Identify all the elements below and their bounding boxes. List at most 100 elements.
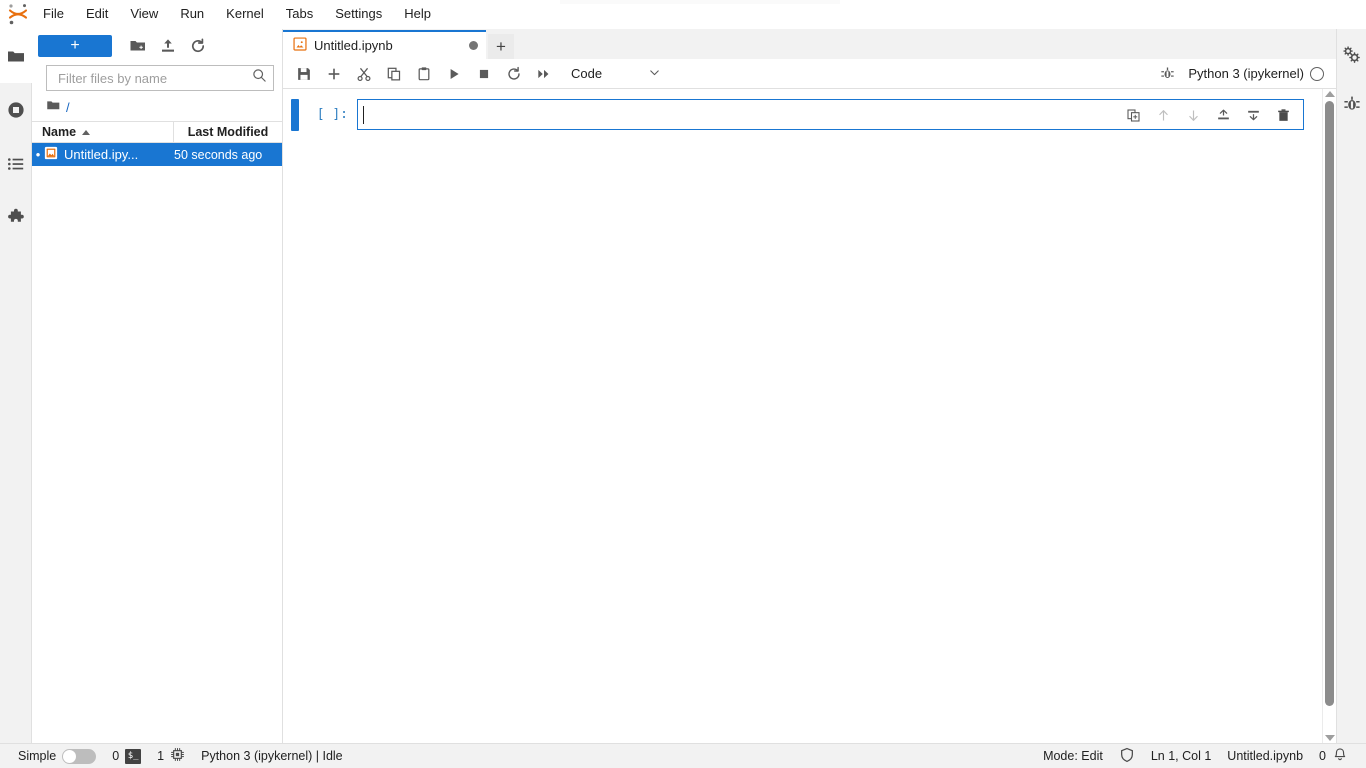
cell-prompt: [ ]: xyxy=(316,107,348,122)
left-activity-bar xyxy=(0,29,32,743)
refresh-file-list-icon[interactable] xyxy=(184,33,212,59)
terminals-status[interactable]: 0 $_ xyxy=(104,744,149,768)
notebook-toolbar: Code Python 3 (ipykernel) xyxy=(283,59,1336,89)
sidebar-item-file-browser[interactable] xyxy=(0,29,32,83)
kernel-name-label[interactable]: Python 3 (ipykernel) xyxy=(1182,66,1310,81)
debugger-toggle-icon[interactable] xyxy=(1152,61,1182,87)
paste-cells-button[interactable] xyxy=(409,61,439,87)
breadcrumb[interactable]: / xyxy=(32,97,282,121)
notebook-mode-status[interactable]: Mode: Edit xyxy=(1035,744,1111,768)
breadcrumb-root[interactable]: / xyxy=(66,100,70,115)
run-cell-button[interactable] xyxy=(439,61,469,87)
tab-untitled-ipynb[interactable]: Untitled.ipynb xyxy=(283,30,486,59)
file-filter-box[interactable] xyxy=(46,65,274,91)
notification-status[interactable]: 0 xyxy=(1311,744,1356,768)
menu-item-settings[interactable]: Settings xyxy=(325,3,392,25)
menu-item-edit[interactable]: Edit xyxy=(76,3,118,25)
current-file-label: Untitled.ipynb xyxy=(1227,749,1304,763)
file-name-cell: Untitled.ipy... xyxy=(44,146,174,163)
column-header-name[interactable]: Name xyxy=(32,122,174,142)
kernel-status-indicator[interactable] xyxy=(1310,66,1324,81)
move-cell-down-icon[interactable] xyxy=(1178,103,1208,127)
kernels-status[interactable]: 1 xyxy=(149,744,193,768)
notebook-cell[interactable]: [ ]: xyxy=(283,99,1322,131)
delete-cell-icon[interactable] xyxy=(1268,103,1298,127)
simple-mode-toggle[interactable]: Simple xyxy=(10,744,104,768)
chevron-down-icon xyxy=(648,66,661,82)
insert-cell-button[interactable] xyxy=(319,61,349,87)
cell-type-value: Code xyxy=(571,66,603,81)
new-tab-button[interactable]: + xyxy=(488,34,514,59)
restart-run-all-button[interactable] xyxy=(529,61,559,87)
list-item[interactable]: • Untitled.ipy... 50 seconds ago xyxy=(32,143,282,166)
right-activity-bar xyxy=(1336,29,1366,743)
column-header-last-modified-label: Last Modified xyxy=(187,125,269,139)
bell-icon xyxy=(1332,747,1348,766)
toggle-knob xyxy=(63,749,77,763)
unsaved-marker: • xyxy=(35,147,41,162)
menu-item-help[interactable]: Help xyxy=(394,3,441,25)
simple-mode-label: Simple xyxy=(18,749,57,763)
upload-files-icon[interactable] xyxy=(154,33,182,59)
terminal-icon: $_ xyxy=(125,748,142,764)
cursor-position-status[interactable]: Ln 1, Col 1 xyxy=(1143,744,1219,768)
new-folder-icon[interactable] xyxy=(124,33,152,59)
shield-icon xyxy=(1119,747,1135,766)
kernel-chip-icon xyxy=(170,747,185,765)
copy-cells-button[interactable] xyxy=(379,61,409,87)
menu-item-view[interactable]: View xyxy=(120,3,168,25)
scrollbar-track[interactable] xyxy=(1323,97,1336,735)
breadcrumb-folder-icon xyxy=(46,98,61,118)
toggle-switch[interactable] xyxy=(62,748,97,764)
menu-item-kernel[interactable]: Kernel xyxy=(216,3,274,25)
new-launcher-button[interactable]: + xyxy=(38,35,112,57)
main-area: + Filter files by name / Name Last Modif… xyxy=(0,29,1366,743)
sidebar-item-commands[interactable] xyxy=(0,137,32,191)
tab-dirty-indicator[interactable] xyxy=(469,41,478,50)
save-button[interactable] xyxy=(289,61,319,87)
menu-item-file[interactable]: File xyxy=(33,3,74,25)
file-browser-panel: + Filter files by name / Name Last Modif… xyxy=(32,29,283,743)
file-modified-label: 50 seconds ago xyxy=(174,147,263,162)
scrollbar-thumb[interactable] xyxy=(1325,101,1334,706)
search-input[interactable] xyxy=(56,69,252,87)
status-bar: Simple 0 $_ 1 Python 3 (ipykernel) | Idl… xyxy=(0,743,1366,768)
notebook-trust-status[interactable] xyxy=(1111,744,1143,768)
tab-bar: Untitled.ipynb + xyxy=(283,29,1336,59)
text-caret xyxy=(363,106,364,124)
current-file-name: Untitled.ipynb xyxy=(1219,744,1311,768)
menu-item-tabs[interactable]: Tabs xyxy=(276,3,323,25)
sidebar-item-extension-manager[interactable] xyxy=(0,191,32,245)
cell-type-dropdown[interactable]: Code xyxy=(565,62,665,86)
kernel-status-label: Python 3 (ipykernel) | Idle xyxy=(201,749,343,763)
duplicate-cell-icon[interactable] xyxy=(1118,103,1148,127)
jupyter-logo xyxy=(4,0,32,28)
scrollbar-down-arrow-icon[interactable] xyxy=(1324,735,1335,741)
cell-toolbar xyxy=(1116,103,1300,127)
interrupt-kernel-button[interactable] xyxy=(469,61,499,87)
notebook-icon xyxy=(44,146,58,163)
column-header-name-label: Name xyxy=(42,125,77,139)
file-filter-wrapper xyxy=(32,63,282,97)
sidebar-item-running-terminals[interactable] xyxy=(0,83,32,137)
status-bar-left: Simple 0 $_ 1 Python 3 (ipykernel) | Idl… xyxy=(10,744,351,768)
top-edge-artifact xyxy=(560,0,840,4)
insert-cell-above-icon[interactable] xyxy=(1208,103,1238,127)
kernel-status-text[interactable]: Python 3 (ipykernel) | Idle xyxy=(193,744,351,768)
cut-cells-button[interactable] xyxy=(349,61,379,87)
menu-item-run[interactable]: Run xyxy=(170,3,214,25)
file-browser-toolbar: + xyxy=(32,29,282,63)
jupyterlab-window: File Edit View Run Kernel Tabs Settings … xyxy=(0,0,1366,768)
notebook-scrollbar[interactable] xyxy=(1322,89,1336,743)
debugger-icon[interactable] xyxy=(1337,79,1366,129)
menu-bar: File Edit View Run Kernel Tabs Settings … xyxy=(0,0,1366,29)
status-bar-right: Mode: Edit Ln 1, Col 1 Untitled.ipynb 0 xyxy=(1035,744,1356,768)
column-header-last-modified[interactable]: Last Modified xyxy=(174,122,282,142)
cell-collapser[interactable] xyxy=(291,99,299,131)
restart-kernel-button[interactable] xyxy=(499,61,529,87)
insert-cell-below-icon[interactable] xyxy=(1238,103,1268,127)
move-cell-up-icon[interactable] xyxy=(1148,103,1178,127)
mode-label: Mode: Edit xyxy=(1043,749,1103,763)
property-inspector-icon[interactable] xyxy=(1337,29,1366,79)
cursor-position-label: Ln 1, Col 1 xyxy=(1150,749,1212,763)
